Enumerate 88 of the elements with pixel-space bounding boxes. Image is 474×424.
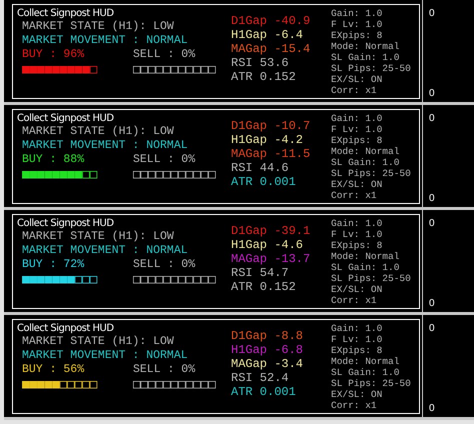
market-state-text: MARKET STATE (H1): LOW [22,335,175,349]
indicator-value: H1Gap -4.6 [231,238,304,252]
scale-label: 0 [429,323,436,335]
setting-text: Mode: Normal [331,41,400,52]
sell-strength-text: □□□□□□□□□□□ [133,62,216,76]
hud-title: Collect Signpost HUD [17,322,115,335]
setting-text: Gain: 1.0 [331,8,384,19]
setting-text: Corr: x1 [331,190,378,201]
setting-text: F Lv: 1.0 [331,124,384,135]
hud-title: Collect Signpost HUD [17,7,115,20]
market-movement-text: MARKET MOVEMENT : NORMAL [22,349,189,363]
indicator-value: D1Gap -10.7 [231,119,312,133]
indicator-value: MAGap -3.4 [231,357,304,371]
setting-text: EX/SL: ON [331,389,384,400]
indicator-value: ATR 0.001 [231,175,297,189]
setting-text: Gain: 1.0 [331,323,384,334]
indicator-value: MAGap -13.7 [231,252,312,266]
setting-text: F Lv: 1.0 [331,229,384,240]
market-movement-text: MARKET MOVEMENT : NORMAL [22,34,189,48]
sell-strength-text: □□□□□□□□□□□ [133,377,216,391]
setting-text: SL Pips: 25-50 [331,378,411,389]
setting-text: Corr: x1 [331,85,378,96]
setting-text: SL Gain: 1.0 [331,52,400,63]
market-state-text: MARKET STATE (H1): LOW [22,125,175,139]
indicator-value: MAGap -15.4 [231,42,312,56]
scale-label: 0 [429,8,436,20]
setting-text: EXpips: 8 [331,135,384,146]
buy-percent: BUY : 96% [22,48,86,62]
indicator-value: D1Gap -40.9 [231,14,312,28]
sell-strength-text: □□□□□□□□□□□ [133,167,216,181]
setting-text: EXpips: 8 [331,240,384,251]
setting-text: Gain: 1.0 [331,218,384,229]
market-movement-text: MARKET MOVEMENT : NORMAL [22,244,189,258]
setting-text: EX/SL: ON [331,74,384,85]
scale-label: 0 [429,113,436,125]
sell-percent: SELL : 0% [133,48,196,62]
scale-label: 0 [429,193,436,205]
setting-text: EXpips: 8 [331,30,384,41]
hud-title: Collect Signpost HUD [17,217,115,230]
setting-text: F Lv: 1.0 [331,19,384,30]
setting-text: SL Gain: 1.0 [331,367,400,378]
setting-text: SL Pips: 25-50 [331,63,411,74]
buy-strength-text: ■■■■■■■■□□ [22,167,98,181]
sell-strength-text: □□□□□□□□□□□ [133,272,216,286]
setting-text: Mode: Normal [331,146,400,157]
indicator-value: RSI 52.4 [231,371,290,385]
scale-label: 0 [429,403,436,415]
indicator-value: H1Gap -4.2 [231,133,304,147]
indicator-value: D1Gap -8.8 [231,329,304,343]
indicator-value: ATR 0.152 [231,70,297,84]
indicator-value: H1Gap -6.4 [231,28,304,42]
setting-text: Mode: Normal [331,251,400,262]
indicator-value: RSI 44.6 [231,161,290,175]
sell-percent: SELL : 0% [133,363,196,377]
setting-text: Corr: x1 [331,400,378,411]
setting-text: EX/SL: ON [331,284,384,295]
sell-percent: SELL : 0% [133,153,196,167]
setting-text: Corr: x1 [331,295,378,306]
setting-text: SL Pips: 25-50 [331,168,411,179]
sell-percent: SELL : 0% [133,258,196,272]
buy-percent: BUY : 72% [22,258,86,272]
setting-text: F Lv: 1.0 [331,334,384,345]
setting-text: Gain: 1.0 [331,113,384,124]
buy-strength-text: ■■■■■□□□□□ [22,377,98,391]
buy-strength-text: ■■■■■■■□□□ [22,272,98,286]
setting-text: SL Gain: 1.0 [331,157,400,168]
indicator-value: RSI 54.7 [231,266,290,280]
indicator-value: ATR 0.152 [231,280,297,294]
scale-label: 0 [429,218,436,230]
setting-text: EX/SL: ON [331,179,384,190]
setting-text: Mode: Normal [331,356,400,367]
scale-label: 0 [429,88,436,100]
buy-percent: BUY : 88% [22,153,86,167]
indicator-value: H1Gap -6.8 [231,343,304,357]
indicator-value: RSI 53.6 [231,56,290,70]
market-state-text: MARKET STATE (H1): LOW [22,20,175,34]
scale-label: 0 [429,298,436,310]
indicator-value: MAGap -11.5 [231,147,312,161]
setting-text: EXpips: 8 [331,345,384,356]
setting-text: SL Pips: 25-50 [331,273,411,284]
buy-percent: BUY : 56% [22,363,86,377]
indicator-value: D1Gap -39.1 [231,224,312,238]
market-state-text: MARKET STATE (H1): LOW [22,230,175,244]
market-movement-text: MARKET MOVEMENT : NORMAL [22,139,189,153]
indicator-value: ATR 0.001 [231,385,297,399]
hud-title: Collect Signpost HUD [17,112,115,125]
setting-text: SL Gain: 1.0 [331,262,400,273]
buy-strength-text: ■■■■■■■■■□ [22,62,98,76]
